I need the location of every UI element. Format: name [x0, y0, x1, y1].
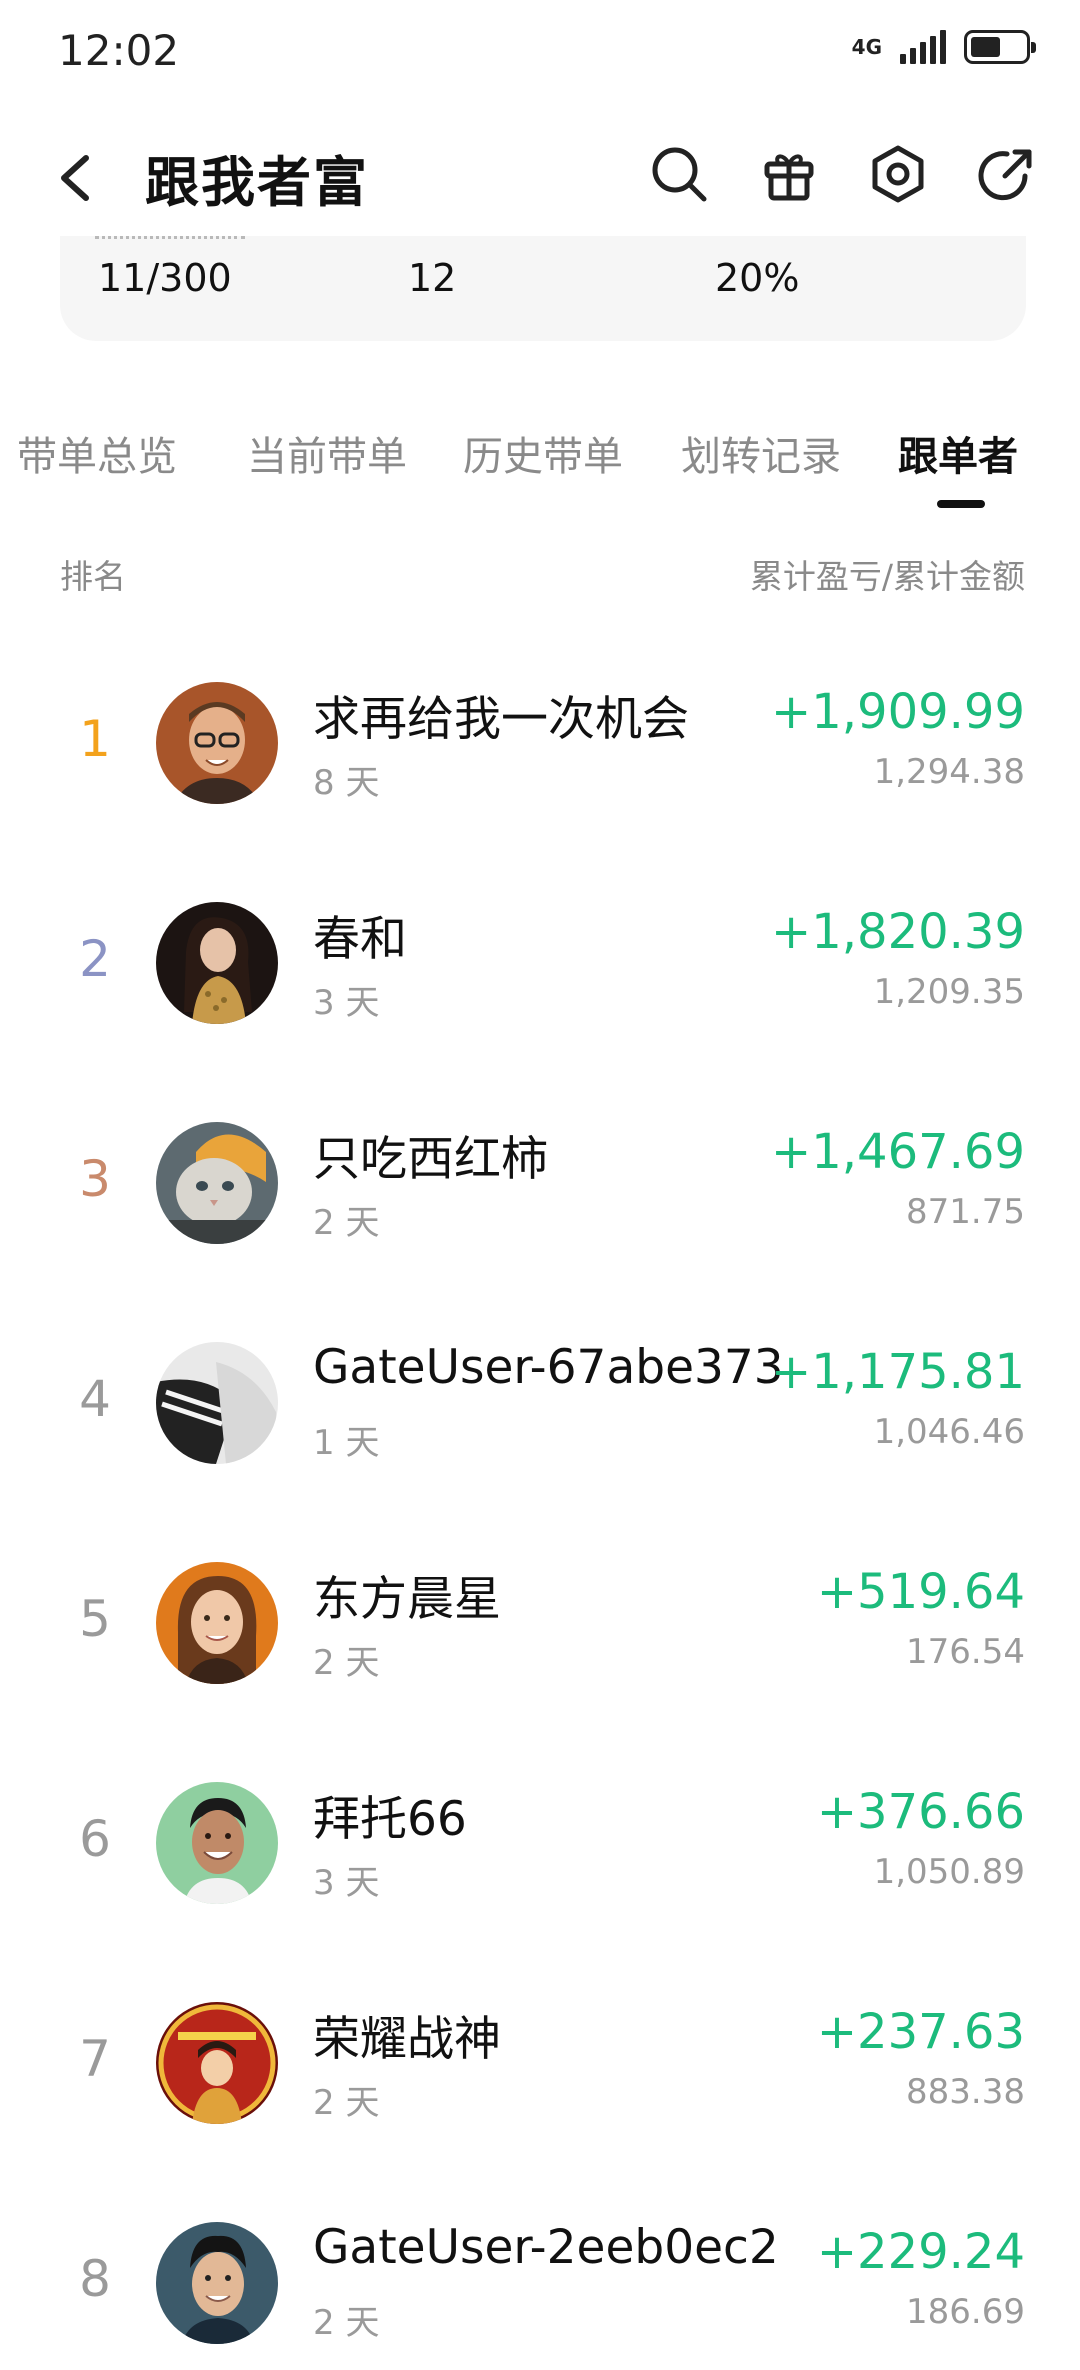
tab-bar: 带单总览 当前带单 历史带单 划转记录 跟单者: [0, 410, 1080, 520]
follow-days: 8 天: [313, 763, 380, 803]
cumulative-amount: 1,046.46: [873, 1412, 1025, 1452]
cumulative-pnl: +1,909.99: [771, 684, 1025, 740]
rank-number: 4: [79, 1370, 111, 1428]
follower-row[interactable]: 7 荣耀战神 2 天 +237.63 883.38: [0, 1930, 1080, 2150]
summary-followers: 11/300: [98, 256, 232, 300]
cumulative-amount: 883.38: [906, 2072, 1025, 2112]
rank-number: 5: [79, 1590, 111, 1648]
follower-row[interactable]: 4 GateUser-67abe373 1 天 +1,175.81 1,046.…: [0, 1270, 1080, 1490]
avatar[interactable]: [156, 1562, 278, 1684]
cumulative-pnl: +229.24: [816, 2224, 1025, 2280]
follower-name: 拜托66: [313, 1792, 467, 1847]
rank-number: 6: [79, 1810, 111, 1868]
follow-days: 2 天: [313, 1203, 380, 1243]
follower-row[interactable]: 2 春和 3 天 +1,820.39 1,209.35: [0, 830, 1080, 1050]
battery-level: [971, 37, 1000, 57]
follow-days: 2 天: [313, 2083, 380, 2123]
tab-followers[interactable]: 跟单者: [898, 424, 1018, 482]
rank-number: 8: [79, 2250, 111, 2308]
follower-name: 求再给我一次机会: [313, 692, 689, 747]
share-icon[interactable]: [975, 142, 1039, 206]
avatar[interactable]: [156, 1782, 278, 1904]
follower-name: 春和: [313, 912, 407, 967]
avatar[interactable]: [156, 2222, 278, 2344]
summary-count: 12: [408, 256, 457, 300]
follow-days: 2 天: [313, 2303, 380, 2343]
avatar[interactable]: [156, 1342, 278, 1464]
battery-icon: [964, 30, 1036, 64]
cumulative-amount: 871.75: [906, 1192, 1025, 1232]
follower-name: 东方晨星: [313, 1572, 501, 1627]
pnl-column-label: 累计盈亏/累计金额: [749, 557, 1025, 596]
active-tab-indicator: [937, 500, 985, 508]
avatar[interactable]: [156, 2002, 278, 2124]
cumulative-pnl: +1,175.81: [771, 1344, 1025, 1400]
cumulative-amount: 1,050.89: [873, 1852, 1025, 1892]
follow-days: 3 天: [313, 983, 380, 1023]
cumulative-amount: 186.69: [906, 2292, 1025, 2332]
settings-hexagon-icon[interactable]: [866, 142, 930, 206]
status-bar: 12:02 4G: [0, 0, 1080, 110]
follower-row[interactable]: 6 拜托66 3 天 +376.66 1,050.89: [0, 1710, 1080, 1930]
follower-row[interactable]: 3 只吃西红柿 2 天 +1,467.69 871.75: [0, 1050, 1080, 1270]
summary-divider: [95, 236, 245, 239]
status-icons: 4G: [851, 30, 1036, 64]
cumulative-pnl: +1,467.69: [771, 1124, 1025, 1180]
network-label: 4G: [851, 35, 882, 59]
follower-name: GateUser-67abe373: [313, 1340, 784, 1395]
signal-icon: [900, 30, 946, 64]
rank-number: 2: [79, 930, 111, 988]
follower-name: 只吃西红柿: [313, 1132, 548, 1187]
search-icon[interactable]: [647, 142, 711, 206]
summary-card: 11/300 12 20%: [60, 236, 1026, 341]
follow-days: 2 天: [313, 1643, 380, 1683]
page-title: 跟我者富: [145, 151, 369, 214]
summary-ratio: 20%: [715, 256, 800, 300]
cumulative-amount: 1,294.38: [873, 752, 1025, 792]
rank-number: 1: [79, 710, 111, 768]
follower-row[interactable]: 1 求再给我一次机会 8 天 +1,909.99 1,294.38: [0, 610, 1080, 830]
cumulative-amount: 1,209.35: [873, 972, 1025, 1012]
tab-history[interactable]: 历史带单: [463, 424, 623, 482]
rank-number: 3: [79, 1150, 111, 1208]
follower-name: GateUser-2eeb0ec2: [313, 2220, 779, 2275]
rank-column-label: 排名: [60, 557, 126, 596]
rank-number: 7: [79, 2030, 111, 2088]
follow-days: 3 天: [313, 1863, 380, 1903]
avatar[interactable]: [156, 682, 278, 804]
tab-transfers[interactable]: 划转记录: [681, 424, 841, 482]
follower-row[interactable]: 5 东方晨星 2 天 +519.64 176.54: [0, 1490, 1080, 1710]
status-time: 12:02: [58, 26, 180, 75]
follower-name: 荣耀战神: [313, 2012, 501, 2067]
gift-icon[interactable]: [757, 142, 821, 206]
cumulative-pnl: +519.64: [816, 1564, 1025, 1620]
list-header: 排名 累计盈亏/累计金额: [0, 550, 1080, 600]
cumulative-amount: 176.54: [906, 1632, 1025, 1672]
follower-row[interactable]: 8 GateUser-2eeb0ec2 2 天 +229.24 186.69: [0, 2150, 1080, 2370]
cumulative-pnl: +376.66: [816, 1784, 1025, 1840]
avatar[interactable]: [156, 902, 278, 1024]
follower-list: 1 求再给我一次机会 8 天 +1,909.99 1,294.38 2 春和 3…: [0, 610, 1080, 2370]
app-header: 跟我者富: [0, 110, 1080, 240]
avatar[interactable]: [156, 1122, 278, 1244]
back-icon[interactable]: [52, 148, 102, 208]
cumulative-pnl: +237.63: [816, 2004, 1025, 2060]
follow-days: 1 天: [313, 1423, 380, 1463]
cumulative-pnl: +1,820.39: [771, 904, 1025, 960]
tab-current[interactable]: 当前带单: [247, 424, 407, 482]
tab-overview[interactable]: 带单总览: [17, 424, 177, 482]
